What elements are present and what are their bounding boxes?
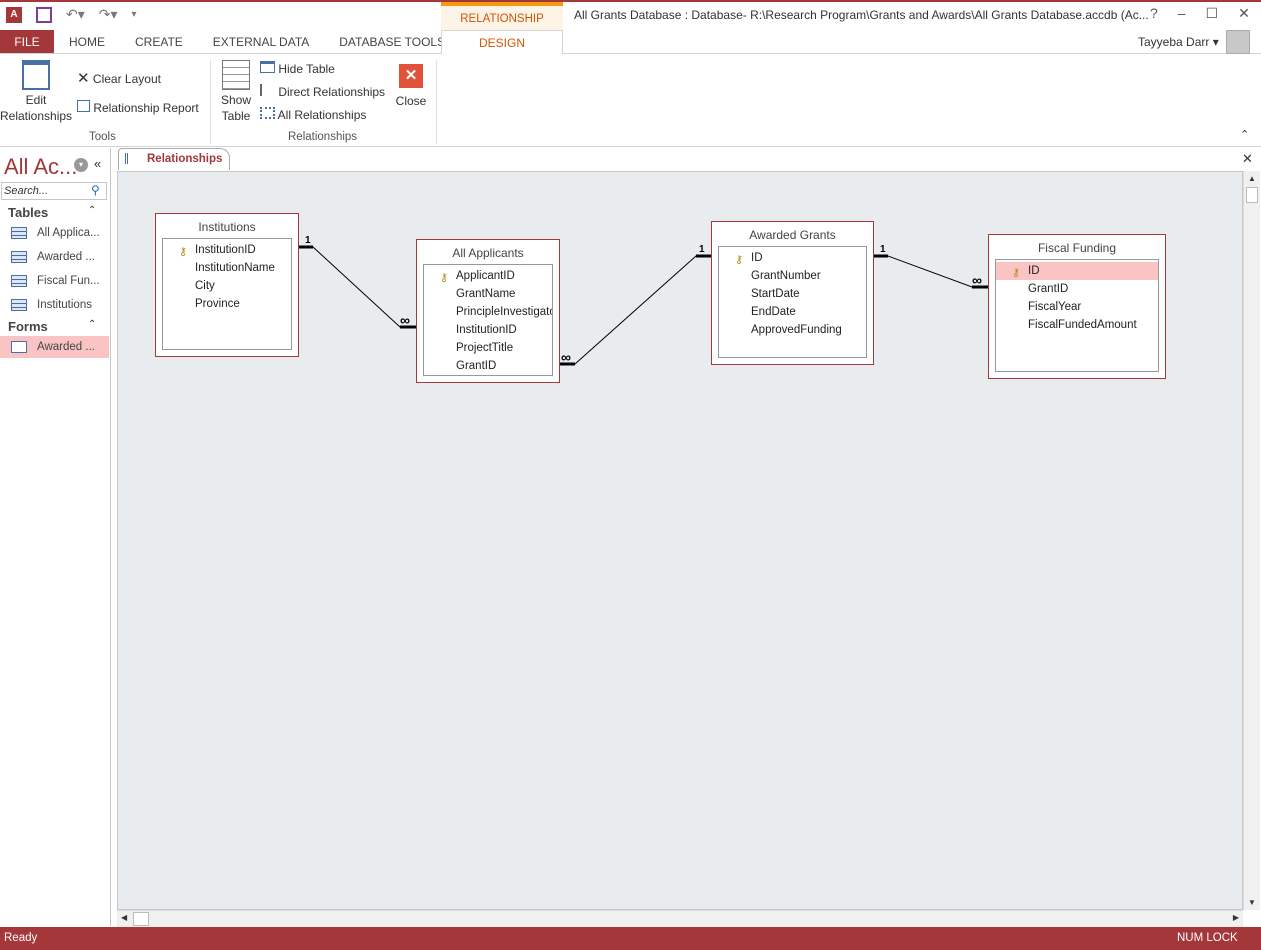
table-title: Institutions [198,220,256,234]
many-marker: ∞ [972,272,982,288]
field[interactable]: GrantID [424,357,552,375]
field[interactable]: PrincipleInvestigator [424,303,552,321]
field[interactable]: InstitutionID [424,321,552,339]
field-name: ID [1028,265,1040,277]
field[interactable]: City [163,277,291,295]
field-list: ⚷ ID GrantNumber StartDate EndDate Approv… [718,246,867,358]
field-selected[interactable]: ⚷ ID [996,262,1158,280]
one-marker: 1 [699,244,705,255]
scroll-thumb[interactable] [133,912,149,926]
field[interactable]: ⚷ ID [719,249,866,267]
field[interactable]: ProjectTitle [424,339,552,357]
table-title: Fiscal Funding [1037,241,1117,255]
table-fiscal-funding[interactable]: Fiscal Funding ⚷ ID GrantID FiscalYear Fi… [988,234,1166,379]
field-name: ApplicantID [456,270,515,282]
field[interactable]: ⚷ ApplicantID [424,267,552,285]
num-lock-indicator: NUM LOCK [1177,932,1238,944]
status-bar: Ready NUM LOCK [0,927,1261,950]
many-marker: ∞ [561,349,571,365]
relationship-lines [298,245,988,366]
status-text: Ready [4,932,38,944]
field-list: ⚷ InstitutionID InstitutionName City Prov… [162,238,292,350]
one-marker: 1 [305,235,311,246]
table-institutions[interactable]: Institutions ⚷ InstitutionID InstitutionN… [155,213,299,357]
field[interactable]: GrantName [424,285,552,303]
relationship-line [298,246,416,328]
field[interactable]: ⚷ InstitutionID [163,241,291,259]
field[interactable]: InstitutionName [163,259,291,277]
field[interactable]: Province [163,295,291,313]
table-title: All Applicants [452,246,524,260]
key-icon: ⚷ [440,272,449,284]
relationship-line [873,255,988,288]
field-list: ⚷ ID GrantID FiscalYear FiscalFundedAmoun… [995,259,1159,372]
field[interactable]: FiscalFundedAmount [996,316,1158,334]
field[interactable]: StartDate [719,285,866,303]
many-marker: ∞ [400,312,410,328]
table-awarded-grants[interactable]: Awarded Grants ⚷ ID GrantNumber StartDate… [711,221,874,365]
relationship-line [559,255,711,365]
vertical-scrollbar[interactable]: ▲ ▼ [1243,171,1260,910]
field-name: ID [751,252,763,264]
scroll-left-icon[interactable]: ◀ [121,913,127,922]
field[interactable]: EndDate [719,303,866,321]
field[interactable]: FiscalYear [996,298,1158,316]
table-all-applicants[interactable]: All Applicants ⚷ ApplicantID GrantName Pr… [416,239,560,383]
horizontal-scrollbar[interactable]: ◀ ▶ [117,910,1243,927]
field[interactable]: GrantID [996,280,1158,298]
scroll-down-icon[interactable]: ▼ [1244,898,1260,907]
scroll-up-icon[interactable]: ▲ [1244,174,1260,183]
one-marker: 1 [880,244,886,255]
key-icon: ⚷ [735,254,744,266]
field-list: ⚷ ApplicantID GrantName PrincipleInvestig… [423,264,553,376]
table-title: Awarded Grants [749,228,836,242]
scroll-right-icon[interactable]: ▶ [1233,913,1239,922]
scroll-thumb[interactable] [1246,187,1258,203]
field[interactable]: GrantNumber [719,267,866,285]
key-icon: ⚷ [179,246,188,258]
field[interactable]: ApprovedFunding [719,321,866,339]
field-name: InstitutionID [195,244,256,256]
key-icon: ⚷ [1012,267,1021,279]
